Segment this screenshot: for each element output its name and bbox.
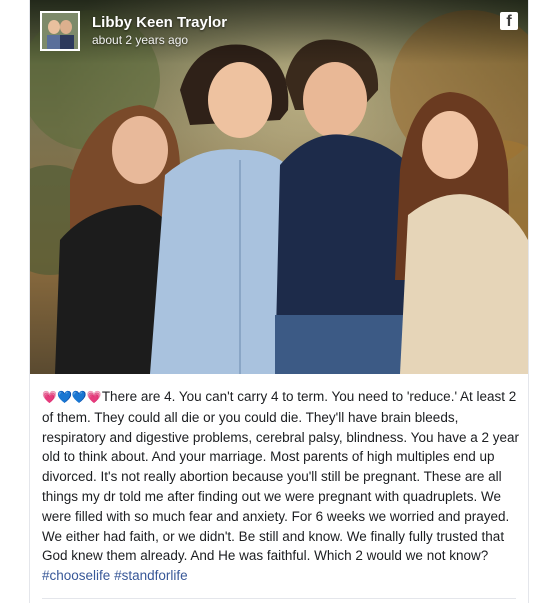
author-avatar[interactable] [40,11,80,51]
post-card: Libby Keen Traylor about 2 years ago f 💗… [29,0,529,603]
photo-header-overlay [30,0,528,64]
post-caption: 💗💙💙💗There are 4. You can't carry 4 to te… [42,387,520,586]
hashtag-link[interactable]: #standforlife [114,568,188,583]
author-name[interactable]: Libby Keen Traylor [92,14,227,31]
avatar-image [42,13,78,49]
blue-heart-icon: 💙 [71,390,87,404]
post-timestamp[interactable]: about 2 years ago [92,33,188,47]
caption-text: There are 4. You can't carry 4 to term. … [42,389,520,564]
hashtag-link[interactable]: #chooselife [42,568,110,583]
divider [42,598,516,599]
post-photo[interactable]: Libby Keen Traylor about 2 years ago f [30,0,528,374]
facebook-icon[interactable]: f [500,12,518,30]
pink-heart-icon: 💗 [86,390,102,404]
pink-heart-icon: 💗 [42,390,57,404]
blue-heart-icon: 💙 [56,390,72,404]
